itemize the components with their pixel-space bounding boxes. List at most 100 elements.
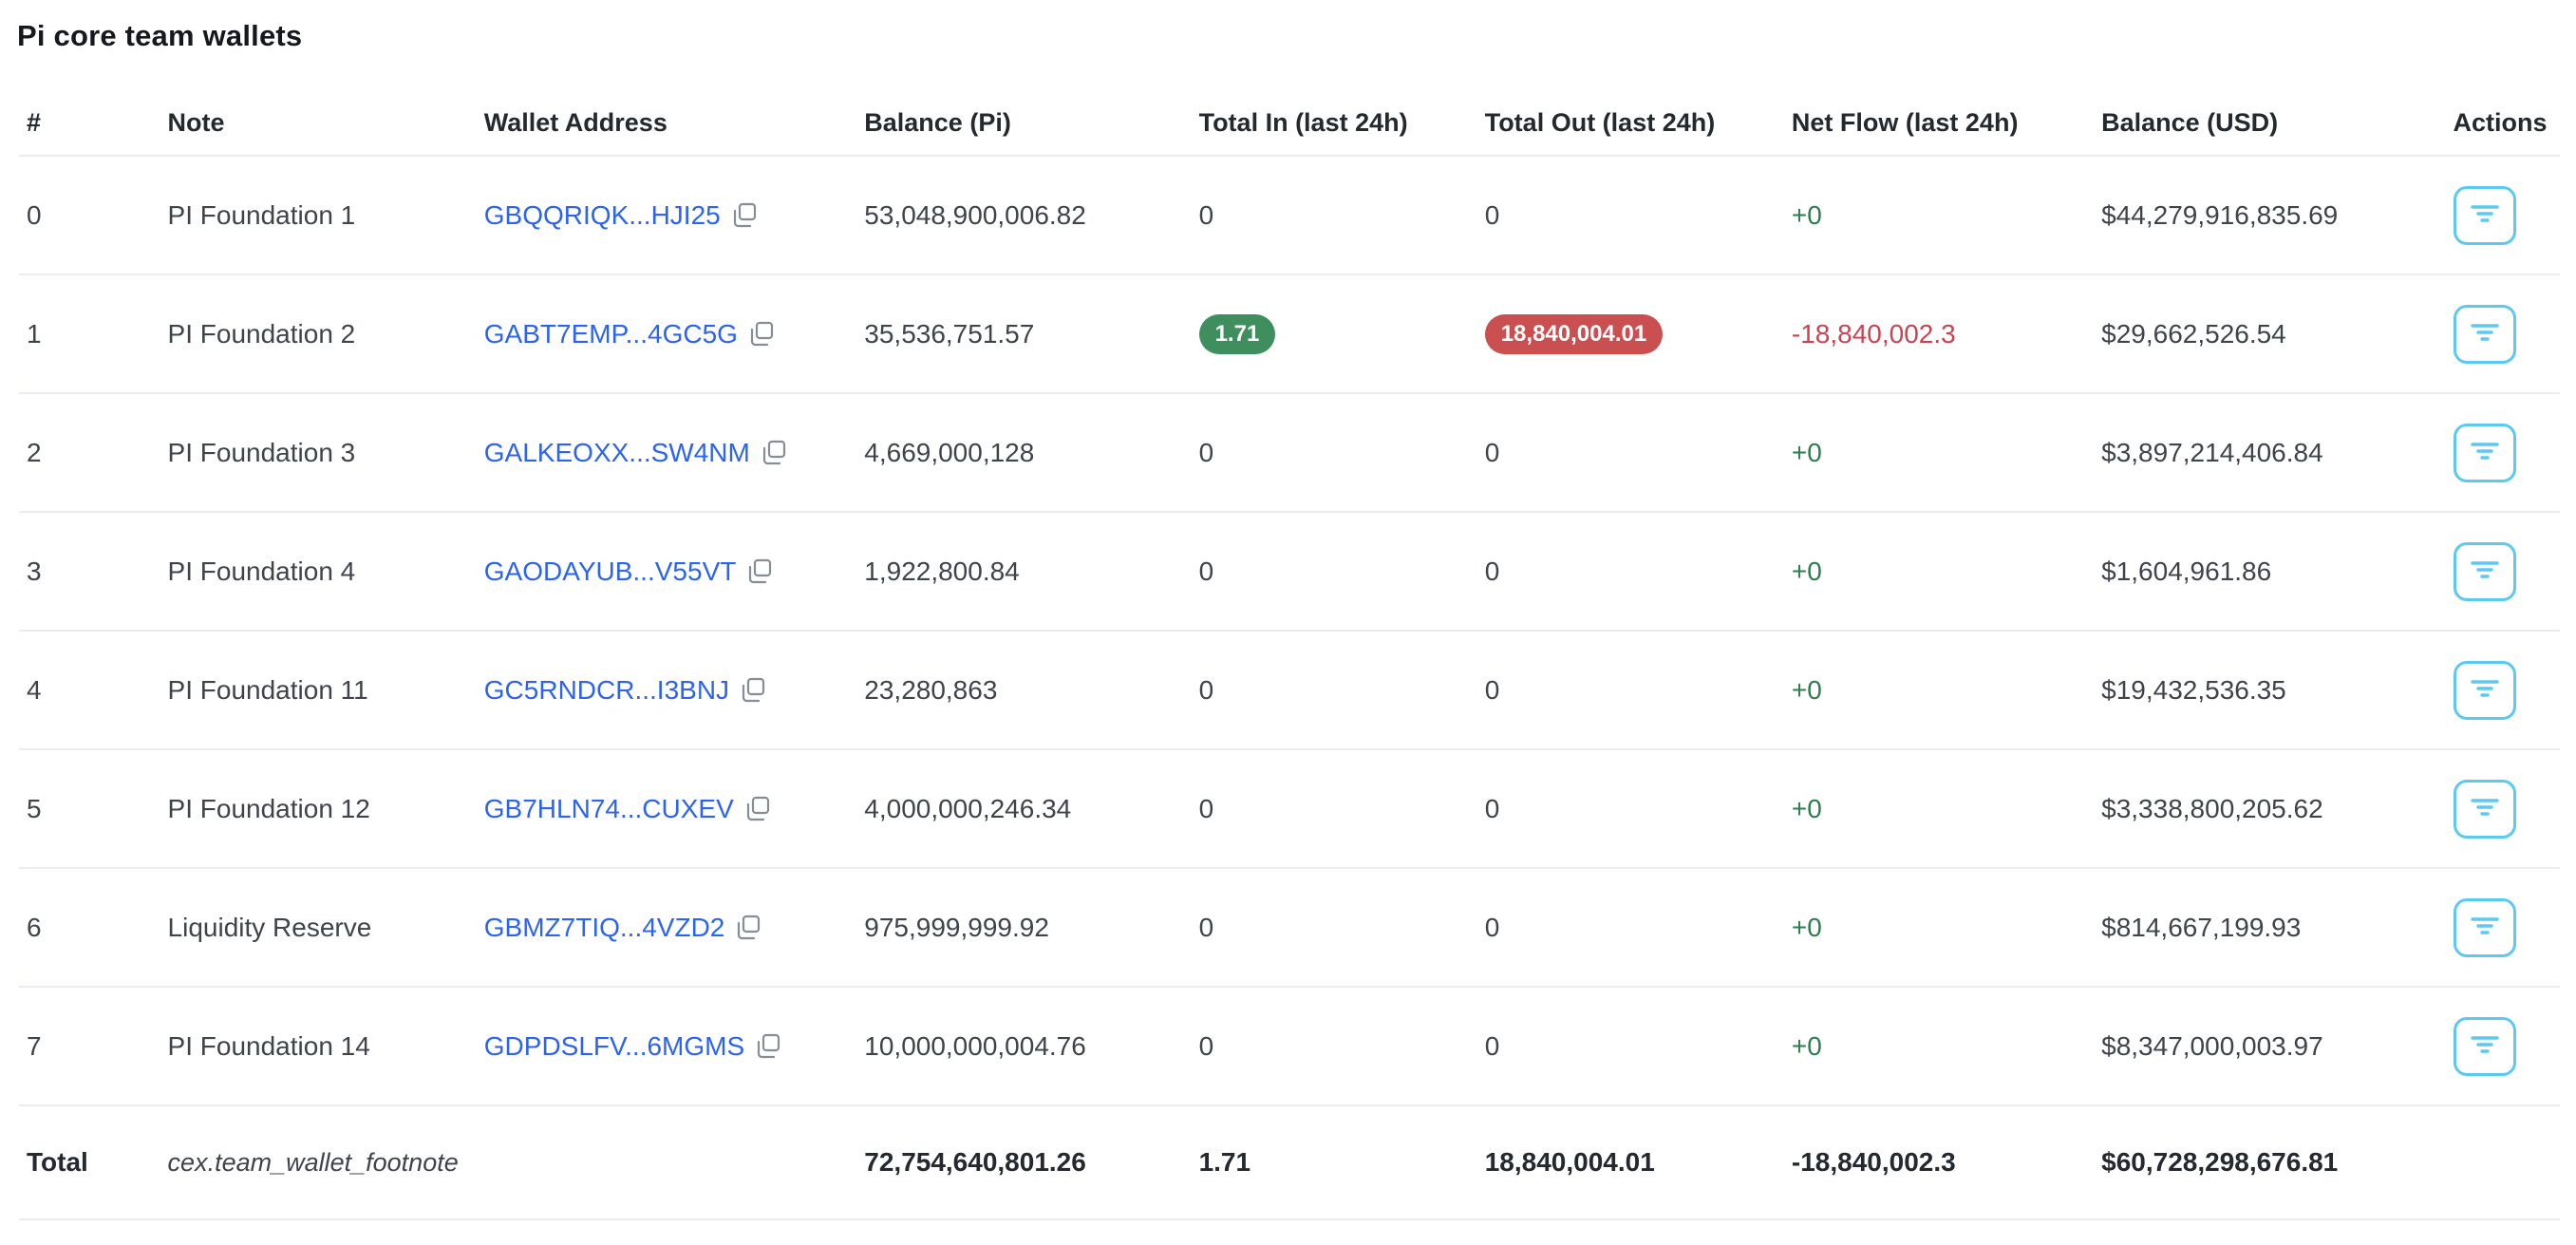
row-index: 7: [19, 987, 160, 1105]
total-in: 0: [1192, 631, 1477, 749]
wallet-note: PI Foundation 12: [160, 749, 477, 868]
filter-icon: [2470, 439, 2500, 466]
total-balance-usd: $60,728,298,676.81: [2094, 1105, 2445, 1219]
balance-usd: $8,347,000,003.97: [2094, 987, 2445, 1105]
row-actions-button[interactable]: [2454, 1017, 2516, 1076]
balance-pi: 35,536,751.57: [856, 274, 1191, 393]
filter-icon: [2470, 320, 2500, 348]
copy-icon[interactable]: [745, 557, 774, 586]
row-index: 0: [19, 156, 160, 274]
table-row: 7 PI Foundation 14 GDPDSLFV...6MGMS 10,0…: [19, 987, 2560, 1105]
row-index: 6: [19, 868, 160, 987]
wallet-note: PI Foundation 14: [160, 987, 477, 1105]
total-out: 0: [1477, 156, 1784, 274]
table-row: 4 PI Foundation 11 GC5RNDCR...I3BNJ 23,2…: [19, 631, 2560, 749]
wallets-table: # Note Wallet Address Balance (Pi) Total…: [19, 91, 2560, 1220]
wallet-address-link[interactable]: GBQQRIQK...HJI25: [484, 200, 721, 231]
row-actions-button[interactable]: [2454, 661, 2516, 720]
row-index: 1: [19, 274, 160, 393]
balance-usd: $44,279,916,835.69: [2094, 156, 2445, 274]
wallet-address-link[interactable]: GBMZ7TIQ...4VZD2: [484, 913, 725, 943]
row-actions-button[interactable]: [2454, 305, 2516, 364]
total-out: 0: [1477, 868, 1784, 987]
copy-icon[interactable]: [734, 914, 762, 942]
net-flow: +0: [1784, 156, 2094, 274]
balance-usd: $29,662,526.54: [2094, 274, 2445, 393]
total-in-badge: 1.71: [1199, 314, 1276, 354]
row-index: 2: [19, 393, 160, 512]
copy-icon[interactable]: [760, 439, 788, 467]
wallet-address-link[interactable]: GC5RNDCR...I3BNJ: [484, 675, 729, 706]
total-out: 0: [1477, 512, 1784, 631]
balance-pi: 10,000,000,004.76: [856, 987, 1191, 1105]
filter-icon: [2470, 795, 2500, 822]
copy-icon[interactable]: [739, 676, 767, 705]
balance-pi: 4,669,000,128: [856, 393, 1191, 512]
row-actions-button[interactable]: [2454, 898, 2516, 957]
row-actions-button[interactable]: [2454, 186, 2516, 245]
total-net-flow: -18,840,002.3: [1784, 1105, 2094, 1219]
wallet-note: PI Foundation 4: [160, 512, 477, 631]
column-header-total-out: Total Out (last 24h): [1477, 91, 1784, 156]
table-total-row: Total cex.team_wallet_footnote 72,754,64…: [19, 1105, 2560, 1219]
balance-usd: $1,604,961.86: [2094, 512, 2445, 631]
net-flow: +0: [1784, 868, 2094, 987]
total-label: Total: [19, 1105, 160, 1219]
balance-pi: 4,000,000,246.34: [856, 749, 1191, 868]
table-row: 3 PI Foundation 4 GAODAYUB...V55VT 1,922…: [19, 512, 2560, 631]
wallet-address-link[interactable]: GDPDSLFV...6MGMS: [484, 1031, 744, 1062]
row-index: 5: [19, 749, 160, 868]
balance-usd: $19,432,536.35: [2094, 631, 2445, 749]
wallet-address-link[interactable]: GABT7EMP...4GC5G: [484, 319, 738, 349]
total-in: 0: [1192, 868, 1477, 987]
column-header-wallet-address: Wallet Address: [477, 91, 856, 156]
balance-usd: $814,667,199.93: [2094, 868, 2445, 987]
total-in: 0: [1192, 749, 1477, 868]
table-row: 0 PI Foundation 1 GBQQRIQK...HJI25 53,04…: [19, 156, 2560, 274]
copy-icon[interactable]: [743, 795, 772, 823]
table-row: 6 Liquidity Reserve GBMZ7TIQ...4VZD2 975…: [19, 868, 2560, 987]
balance-usd: $3,897,214,406.84: [2094, 393, 2445, 512]
wallet-address-link[interactable]: GAODAYUB...V55VT: [484, 556, 737, 587]
column-header-balance-usd: Balance (USD): [2094, 91, 2445, 156]
wallet-note: PI Foundation 3: [160, 393, 477, 512]
copy-icon[interactable]: [754, 1032, 782, 1061]
total-out-badge: 18,840,004.01: [1485, 314, 1663, 354]
column-header-net-flow: Net Flow (last 24h): [1784, 91, 2094, 156]
table-row: 1 PI Foundation 2 GABT7EMP...4GC5G 35,53…: [19, 274, 2560, 393]
wallet-address-link[interactable]: GB7HLN74...CUXEV: [484, 794, 734, 824]
balance-pi: 53,048,900,006.82: [856, 156, 1191, 274]
filter-icon: [2470, 1032, 2500, 1060]
row-actions-button[interactable]: [2454, 542, 2516, 601]
copy-icon[interactable]: [730, 201, 759, 230]
total-total-out: 18,840,004.01: [1477, 1105, 1784, 1219]
row-actions-button[interactable]: [2454, 424, 2516, 482]
filter-icon: [2470, 676, 2500, 704]
copy-icon[interactable]: [747, 320, 776, 349]
total-out: 0: [1477, 631, 1784, 749]
total-out: 0: [1477, 393, 1784, 512]
filter-icon: [2470, 914, 2500, 941]
total-in: 0: [1192, 393, 1477, 512]
filter-icon: [2470, 201, 2500, 229]
net-flow: +0: [1784, 987, 2094, 1105]
filter-icon: [2470, 557, 2500, 585]
balance-usd: $3,338,800,205.62: [2094, 749, 2445, 868]
total-out: 0: [1477, 987, 1784, 1105]
wallet-note: PI Foundation 1: [160, 156, 477, 274]
total-total-in: 1.71: [1192, 1105, 1477, 1219]
total-in: 0: [1192, 987, 1477, 1105]
wallet-note: Liquidity Reserve: [160, 868, 477, 987]
balance-pi: 23,280,863: [856, 631, 1191, 749]
row-actions-button[interactable]: [2454, 780, 2516, 839]
balance-pi: 975,999,999.92: [856, 868, 1191, 987]
total-footnote: cex.team_wallet_footnote: [160, 1105, 477, 1219]
wallet-note: PI Foundation 2: [160, 274, 477, 393]
total-balance-pi: 72,754,640,801.26: [856, 1105, 1191, 1219]
wallet-note: PI Foundation 11: [160, 631, 477, 749]
column-header-total-in: Total In (last 24h): [1192, 91, 1477, 156]
table-row: 5 PI Foundation 12 GB7HLN74...CUXEV 4,00…: [19, 749, 2560, 868]
wallet-address-link[interactable]: GALKEOXX...SW4NM: [484, 438, 750, 468]
total-in: 0: [1192, 156, 1477, 274]
column-header-balance-pi: Balance (Pi): [856, 91, 1191, 156]
